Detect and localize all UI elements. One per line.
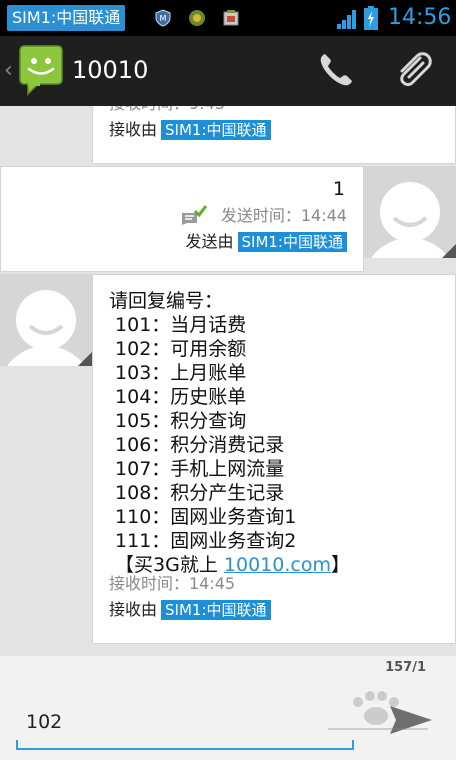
battery-charging-icon [364, 6, 378, 30]
message-line: 103：上月账单 [109, 362, 247, 384]
send-time: 发送时间：14:44 [220, 206, 347, 225]
receive-via-label: 接收由 [109, 120, 158, 139]
contact-title: 10010 [72, 56, 149, 84]
receive-via: 接收由 SIM1:中国联通 [109, 119, 271, 141]
sim-badge: SIM1:中国联通 [161, 600, 271, 620]
message-line: 110：固网业务查询1 [109, 506, 297, 528]
chevron-left-icon[interactable]: ‹ [4, 58, 13, 84]
message-line: 106：积分消费记录 [109, 434, 285, 456]
message-line: 102：可用余额 [109, 338, 247, 360]
action-bar: ‹ 10010 [0, 36, 456, 106]
receive-time: 接收时间：9:43 [109, 106, 225, 115]
sim-badge: SIM1:中国联通 [237, 232, 347, 252]
promo-link[interactable]: 10010.com [224, 554, 331, 576]
my-avatar[interactable] [364, 166, 456, 258]
sent-message-text: 1 [332, 178, 345, 200]
message-body: 请回复编号： 101：当月话费 102：可用余额 103：上月账单 104：历史… [109, 289, 449, 577]
avatar-placeholder-icon [0, 274, 92, 366]
promo-suffix: 】 [330, 554, 350, 576]
status-time: 14:56 [388, 5, 452, 30]
char-counter: 157/1 [385, 660, 426, 675]
paperclip-icon[interactable] [392, 48, 436, 92]
received-message-bubble[interactable]: 接收时间：9:43 接收由SIM1:中国联通 [92, 106, 456, 164]
message-line: 108：积分产生记录 [109, 482, 285, 504]
carrier-label: SIM1:中国联通 [7, 5, 126, 31]
send-via-label: 发送由 [185, 232, 234, 251]
message-line: 请回复编号： [109, 290, 224, 312]
sent-message-bubble[interactable]: 1 发送时间：14:44 发送由 SIM1:中国联通 [0, 166, 364, 272]
receive-via-label: 接收由 [109, 600, 158, 619]
svg-text:M: M [160, 14, 167, 23]
received-message-bubble[interactable]: 请回复编号： 101：当月话费 102：可用余额 103：上月账单 104：历史… [92, 274, 456, 644]
message-line: 111：固网业务查询2 [109, 530, 297, 552]
message-line: 107：手机上网流量 [109, 458, 285, 480]
watermark-logo [328, 691, 428, 730]
compose-input[interactable] [26, 708, 346, 736]
message-line: 105：积分查询 [109, 410, 247, 432]
send-via: 发送由 SIM1:中国联通 [185, 231, 347, 253]
phone-icon[interactable] [316, 50, 356, 90]
status-bar: SIM1:中国联通 M 14:56 [0, 0, 456, 36]
receive-via: 接收由 SIM1:中国联通 [109, 599, 271, 621]
conversation-list[interactable]: 接收时间：9:43 接收由SIM1:中国联通 1 发送时间：14:44 发送由S… [0, 106, 456, 656]
store-icon [223, 10, 239, 26]
contact-avatar[interactable] [0, 274, 92, 366]
message-line: 101：当月话费 [109, 314, 247, 336]
receive-time: 接收时间：14:45 [109, 574, 236, 593]
message-line: 104：历史账单 [109, 386, 247, 408]
shield-icon: M [155, 9, 171, 27]
sim-badge: SIM1:中国联通 [161, 120, 271, 140]
messaging-app-icon[interactable] [18, 44, 64, 96]
sent-check-icon [182, 205, 207, 225]
avatar-placeholder-icon [364, 166, 456, 258]
signal-icon [337, 10, 356, 29]
compose-field[interactable] [16, 700, 354, 750]
game-icon [189, 10, 205, 26]
